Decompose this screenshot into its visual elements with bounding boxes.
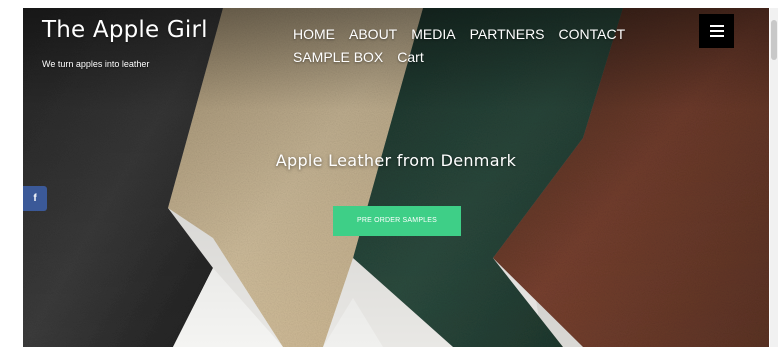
facebook-share-button[interactable]: f	[23, 186, 47, 211]
scrollbar-thumb[interactable]	[771, 20, 777, 60]
facebook-icon: f	[33, 193, 37, 204]
nav-about[interactable]: ABOUT	[349, 23, 397, 46]
nav-cart[interactable]: Cart	[397, 46, 423, 69]
nav-media[interactable]: MEDIA	[411, 23, 455, 46]
site-tagline: We turn apples into leather	[42, 59, 150, 69]
pre-order-samples-button[interactable]: PRE ORDER SAMPLES	[333, 206, 461, 236]
hero-banner: The Apple Girl We turn apples into leath…	[23, 8, 769, 347]
menu-button[interactable]	[699, 14, 734, 48]
hamburger-menu-icon	[709, 25, 724, 37]
site-title[interactable]: The Apple Girl	[42, 17, 208, 43]
nav-contact[interactable]: CONTACT	[559, 23, 626, 46]
nav-partners[interactable]: PARTNERS	[470, 23, 545, 46]
page: The Apple Girl We turn apples into leath…	[0, 0, 778, 347]
hero-heading: Apple Leather from Denmark	[275, 151, 517, 170]
nav-home[interactable]: HOME	[293, 23, 335, 46]
main-nav: HOME ABOUT MEDIA PARTNERS CONTACT SAMPLE BOX C…	[293, 23, 683, 69]
nav-sample-box[interactable]: SAMPLE BOX	[293, 46, 383, 69]
